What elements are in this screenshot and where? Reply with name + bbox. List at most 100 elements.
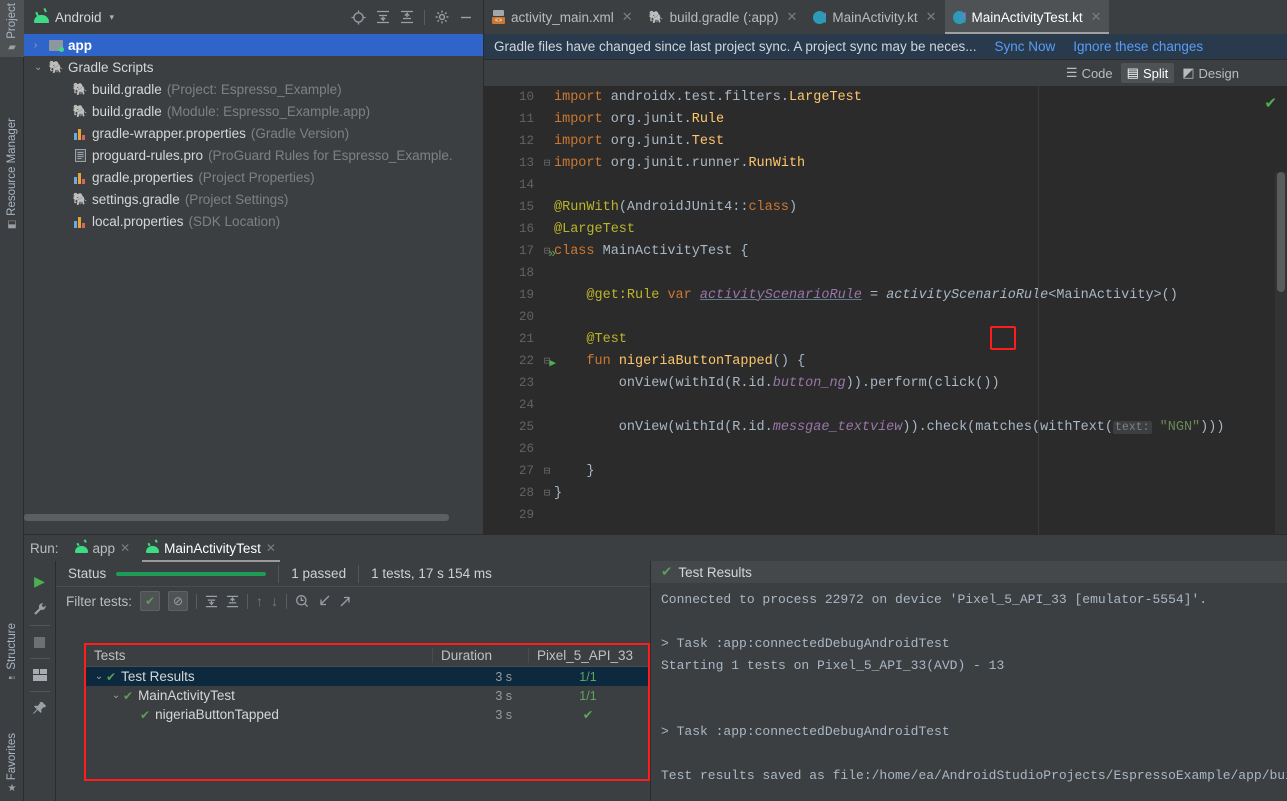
sidebar-item-favorites[interactable]: Favorites ★: [0, 730, 24, 798]
chevron-right-icon[interactable]: ›: [34, 40, 48, 51]
run-test-icon[interactable]: ▶: [549, 356, 556, 370]
test-row[interactable]: ✔nigeriaButtonTapped3 s✔: [86, 705, 648, 724]
tree-row-label: Gradle Scripts: [68, 60, 154, 75]
hide-panel-icon[interactable]: [459, 10, 473, 24]
tree-twist-icon[interactable]: ⌄: [92, 671, 106, 682]
run-configuration-button[interactable]: [24, 595, 56, 623]
tree-twist-icon[interactable]: ⌄: [109, 690, 123, 701]
project-view-selector[interactable]: Android ▾: [34, 10, 114, 25]
test-rows: ⌄✔Test Results3 s1/1⌄✔MainActivityTest3 …: [86, 667, 648, 724]
tree-row-hint: (Project Settings): [185, 192, 289, 207]
code-text: @Test: [554, 332, 627, 347]
line-number: 22▶: [484, 354, 540, 368]
rerun-button[interactable]: ▶: [24, 567, 56, 595]
tree-row-app[interactable]: › app: [24, 34, 483, 56]
import-results-icon[interactable]: [317, 594, 331, 608]
close-icon[interactable]: ✕: [622, 9, 633, 25]
ignore-changes-link[interactable]: Ignore these changes: [1073, 39, 1203, 54]
text-file-icon: [72, 149, 88, 162]
collapse-all-icon[interactable]: [400, 10, 414, 24]
tree-row-gradle-wrapper-properties[interactable]: gradle-wrapper.properties (Gradle Versio…: [24, 122, 483, 144]
line-number: 20: [484, 310, 540, 324]
view-mode-split[interactable]: ▤ Split: [1121, 63, 1175, 83]
code-line: 19 @get:Rule var activityScenarioRule = …: [484, 284, 1287, 306]
show-ignored-toggle[interactable]: ⊘: [168, 591, 188, 611]
settings-gear-icon[interactable]: [435, 10, 449, 24]
line-number: 28: [484, 486, 540, 500]
run-tab-app[interactable]: app ✕: [69, 539, 137, 558]
tree-row-build-gradle-module[interactable]: 🐘 build.gradle (Module: Espresso_Example…: [24, 100, 483, 122]
fold-marker[interactable]: ⊟: [540, 486, 554, 500]
view-mode-code[interactable]: ☰ Code: [1060, 63, 1119, 83]
expand-all-icon[interactable]: [205, 595, 218, 608]
select-opened-file-icon[interactable]: [351, 10, 366, 25]
chevron-down-icon[interactable]: ⌄: [34, 62, 48, 73]
collapse-all-icon[interactable]: [226, 595, 239, 608]
run-tab-mainactivitytest[interactable]: MainActivityTest ✕: [140, 539, 282, 558]
sidebar-item-project[interactable]: Project ▰: [0, 0, 24, 57]
tree-row-label: gradle.properties: [92, 170, 193, 185]
sidebar-item-structure-label: Structure: [6, 620, 18, 673]
console-line: > Task :app:connectedDebugAndroidTest: [661, 633, 1287, 655]
column-header-duration[interactable]: Duration: [432, 648, 528, 663]
export-results-icon[interactable]: [339, 594, 353, 608]
code-text: onView(withId(R.id.button_ng)).perform(c…: [554, 376, 1000, 391]
view-mode-design[interactable]: ◩ Design: [1176, 63, 1245, 83]
close-icon[interactable]: ✕: [1091, 9, 1102, 25]
column-header-tests[interactable]: Tests: [86, 648, 432, 663]
test-row[interactable]: ⌄✔MainActivityTest3 s1/1: [86, 686, 648, 705]
inspection-status-icon[interactable]: ✔: [1264, 94, 1277, 112]
console-output[interactable]: Connected to process 22972 on device 'Pi…: [651, 583, 1287, 801]
line-number: 23: [484, 376, 540, 390]
android-logo-icon: [34, 12, 49, 23]
code-view-icon: ☰: [1066, 65, 1078, 81]
show-passed-toggle[interactable]: ✔: [140, 591, 160, 611]
test-row[interactable]: ⌄✔Test Results3 s1/1: [86, 667, 648, 686]
sync-now-link[interactable]: Sync Now: [995, 39, 1056, 54]
close-icon[interactable]: ✕: [266, 541, 276, 555]
prev-test-icon[interactable]: ↑: [256, 594, 263, 608]
editor-tab-bar: <> activity_main.xml ✕ 🐘 build.gradle (:…: [484, 0, 1287, 34]
tree-row-gradle-properties[interactable]: gradle.properties (Project Properties): [24, 166, 483, 188]
editor-tab-build-gradle[interactable]: 🐘 build.gradle (:app) ✕: [641, 0, 806, 34]
code-editor[interactable]: 10import androidx.test.filters.LargeTest…: [484, 86, 1287, 534]
project-panel-hscrollbar[interactable]: [24, 512, 484, 522]
layout-button[interactable]: [24, 661, 56, 689]
tree-row-settings-gradle[interactable]: 🐘 settings.gradle (Project Settings): [24, 188, 483, 210]
scrollbar-thumb[interactable]: [1277, 172, 1285, 292]
fold-marker[interactable]: ⊟: [540, 464, 554, 478]
tree-row-proguard-rules[interactable]: proguard-rules.pro (ProGuard Rules for E…: [24, 144, 483, 166]
code-text: @get:Rule var activityScenarioRule = act…: [554, 288, 1178, 303]
close-icon[interactable]: ✕: [926, 9, 937, 25]
editor-tab-activity-main-xml[interactable]: <> activity_main.xml ✕: [484, 0, 641, 34]
fold-marker[interactable]: ⊟: [540, 156, 554, 170]
check-icon: ✔: [661, 564, 672, 580]
test-progress-bar: [116, 572, 266, 576]
tree-row-local-properties[interactable]: local.properties (SDK Location): [24, 210, 483, 232]
sort-by-duration-icon[interactable]: [295, 594, 309, 608]
expand-all-icon[interactable]: [376, 10, 390, 24]
code-text: onView(withId(R.id.messgae_textview)).ch…: [554, 420, 1224, 435]
code-text: class MainActivityTest {: [554, 244, 748, 259]
code-line: 25 onView(withId(R.id.messgae_textview))…: [484, 416, 1287, 438]
code-line: 17»⊟class MainActivityTest {: [484, 240, 1287, 262]
stop-button[interactable]: [24, 628, 56, 656]
tree-row-build-gradle-project[interactable]: 🐘 build.gradle (Project: Espresso_Exampl…: [24, 78, 483, 100]
pin-tab-button[interactable]: [24, 694, 56, 722]
run-all-tests-icon[interactable]: »: [548, 246, 556, 261]
test-device-result-cell: 1/1: [528, 670, 648, 684]
sidebar-item-structure[interactable]: Structure ▪▫: [0, 620, 24, 688]
line-number: 26: [484, 442, 540, 456]
next-test-icon[interactable]: ↓: [271, 594, 278, 608]
editor-tab-mainactivitytest-kt[interactable]: MainActivityTest.kt ✕: [945, 0, 1110, 34]
scrollbar-thumb[interactable]: [24, 514, 449, 521]
column-header-device[interactable]: Pixel_5_API_33: [528, 648, 648, 663]
editor-tab-mainactivity-kt[interactable]: MainActivity.kt ✕: [805, 0, 944, 34]
tree-row-gradle-scripts[interactable]: ⌄ 🐘 Gradle Scripts: [24, 56, 483, 78]
sidebar-item-resource-manager[interactable]: Resource Manager ⬓: [0, 115, 24, 234]
close-icon[interactable]: ✕: [120, 541, 130, 555]
close-icon[interactable]: ✕: [786, 9, 797, 25]
tree-row-label: gradle-wrapper.properties: [92, 126, 246, 141]
editor-scrollbar[interactable]: [1275, 172, 1287, 534]
filter-tests-label: Filter tests:: [66, 594, 132, 609]
